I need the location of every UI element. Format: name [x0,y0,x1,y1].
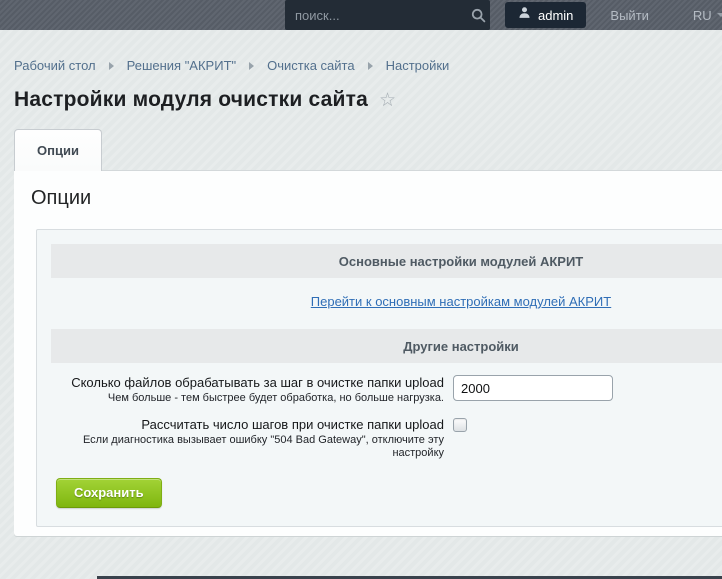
field-control-cell [453,375,613,405]
breadcrumb-item-solutions[interactable]: Решения "АКРИТ" [127,58,237,73]
field-row-calc-steps: Рассчитать число шагов при очистке папки… [51,417,722,460]
user-menu-button[interactable]: admin [505,2,586,28]
field-label-cell: Сколько файлов обрабатывать за шаг в очи… [51,375,444,405]
language-switcher[interactable]: RU [693,8,722,23]
tab-options[interactable]: Опции [14,129,102,171]
link-row: Перейти к основным настройкам модулей АК… [51,293,722,311]
field-label: Рассчитать число шагов при очистке папки… [51,417,444,433]
content-panel: Опции Основные настройки модулей АКРИТ П… [14,170,722,536]
field-label-cell: Рассчитать число шагов при очистке папки… [51,417,444,460]
settings-form: Основные настройки модулей АКРИТ Перейти… [36,229,722,527]
tab-bar: Опции [14,129,722,170]
language-label: RU [693,8,712,23]
title-row: Настройки модуля очистки сайта ☆ [14,88,722,112]
chevron-down-icon [717,13,722,17]
field-hint: Если диагностика вызывает ошибку "504 Ba… [51,434,444,460]
page-title: Настройки модуля очистки сайта [14,88,368,112]
save-row: Сохранить [56,478,722,508]
save-button[interactable]: Сохранить [56,478,162,508]
field-hint: Чем больше - тем быстрее будет обработка… [51,392,444,405]
breadcrumb-item-desktop[interactable]: Рабочий стол [14,58,96,73]
logout-link[interactable]: Выйти [610,8,649,23]
user-icon [518,6,531,24]
search-icon[interactable] [471,8,486,23]
section-header-main-settings: Основные настройки модулей АКРИТ [51,244,722,278]
field-label: Сколько файлов обрабатывать за шаг в очи… [51,375,444,391]
breadcrumb-arrow-icon [249,62,254,70]
breadcrumb: Рабочий стол Решения "АКРИТ" Очистка сай… [14,58,722,73]
section-heading: Опции [14,171,722,210]
field-control-cell [453,417,467,460]
main-settings-link[interactable]: Перейти к основным настройкам модулей АК… [311,294,611,309]
favorite-star-icon[interactable]: ☆ [379,91,396,110]
breadcrumb-arrow-icon [109,62,114,70]
calc-steps-checkbox[interactable] [453,418,467,432]
search-box[interactable] [285,0,490,30]
breadcrumb-item-settings[interactable]: Настройки [386,58,450,73]
topbar: admin Выйти RU [0,0,722,30]
search-input[interactable] [295,8,471,23]
page-root: admin Выйти RU Рабочий стол Решения "АКР… [0,0,722,579]
breadcrumb-item-site-cleanup[interactable]: Очистка сайта [267,58,354,73]
username-label: admin [538,8,573,23]
field-row-files-per-step: Сколько файлов обрабатывать за шаг в очи… [51,375,722,405]
breadcrumb-arrow-icon [368,62,373,70]
section-header-other-settings: Другие настройки [51,329,722,363]
files-per-step-input[interactable] [453,375,613,401]
